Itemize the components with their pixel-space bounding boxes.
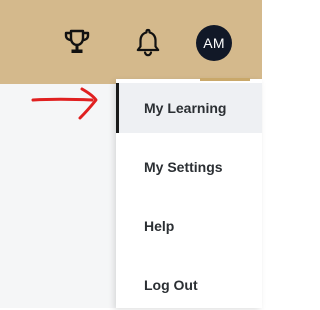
menu-item-log-out[interactable]: Log Out	[116, 260, 262, 310]
trophy-icon	[64, 29, 90, 53]
menu-item-label: My Settings	[144, 159, 223, 175]
achievements-button[interactable]	[60, 25, 94, 59]
red-arrow-icon	[31, 87, 98, 120]
menu-item-my-settings[interactable]: My Settings	[116, 142, 262, 192]
menu-item-my-learning[interactable]: My Learning	[116, 83, 262, 133]
notifications-button[interactable]	[131, 24, 165, 60]
menu-accent-bar	[200, 78, 250, 81]
menu-item-label: Help	[144, 218, 175, 234]
top-header-bar: AM	[0, 0, 262, 84]
menu-item-help[interactable]: Help	[116, 201, 262, 251]
user-avatar[interactable]: AM	[196, 25, 232, 61]
menu-item-label: My Learning	[144, 100, 227, 116]
user-dropdown-menu: My Learning My Settings Help Log Out	[116, 78, 262, 310]
avatar-initials: AM	[203, 35, 225, 51]
bell-icon	[136, 28, 160, 57]
menu-item-label: Log Out	[144, 277, 198, 293]
